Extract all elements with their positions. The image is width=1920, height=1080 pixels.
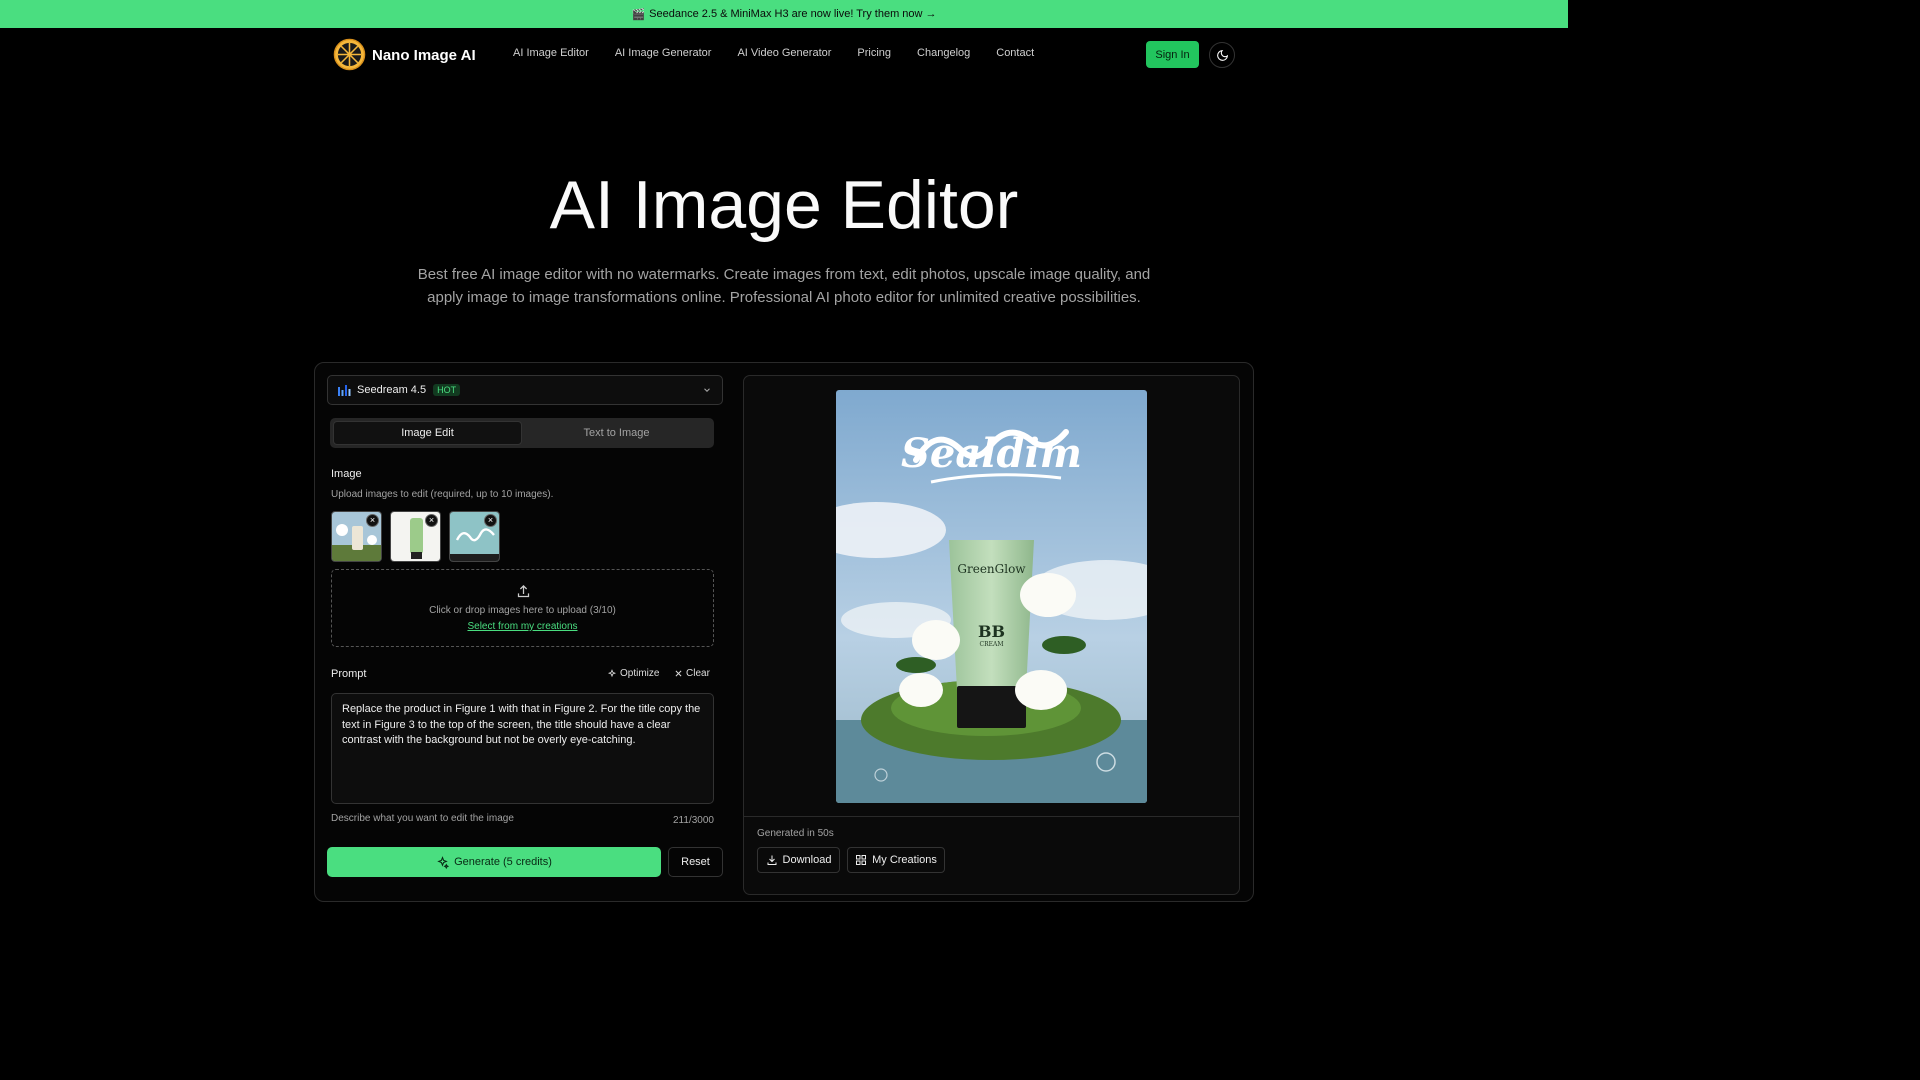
moon-icon [1216, 49, 1228, 61]
nav-link-contact[interactable]: Contact [996, 47, 1034, 59]
prompt-hint: Describe what you want to edit the image [331, 813, 514, 824]
divider [744, 816, 1239, 817]
grid-icon [856, 855, 867, 865]
model-select[interactable]: Seedream 4.5 HOT [327, 375, 723, 405]
uploaded-image-thumbnail[interactable]: × [449, 511, 500, 562]
prompt-textarea[interactable]: Replace the product in Figure 1 with tha… [331, 693, 714, 804]
product-name: BB [977, 622, 1006, 641]
tab-image-edit[interactable]: Image Edit [333, 421, 522, 445]
top-nav: Nano Image AI AI Image Editor AI Image G… [0, 28, 1568, 82]
nav-link-ai-image-generator[interactable]: AI Image Generator [615, 47, 712, 59]
nav-link-ai-image-editor[interactable]: AI Image Editor [513, 47, 589, 59]
remove-image-button[interactable]: × [484, 514, 497, 527]
generate-label: Generate (5 credits) [454, 856, 552, 868]
sign-in-button[interactable]: Sign In [1146, 41, 1199, 68]
upload-icon [517, 584, 530, 598]
clear-button[interactable]: Clear [674, 668, 710, 679]
clapperboard-icon: 🎬 [631, 8, 646, 21]
my-creations-button[interactable]: My Creations [847, 847, 945, 873]
mode-tabs: Image Edit Text to Image [330, 418, 714, 448]
uploaded-image-thumbnail[interactable]: × [331, 511, 382, 562]
prompt-char-count: 211/3000 [673, 815, 714, 826]
product-brand: GreenGlow [957, 562, 1026, 576]
select-from-creations-label: Select from my creations [467, 621, 578, 632]
generation-time: Generated in 50s [757, 828, 834, 839]
optimize-button[interactable]: Optimize [607, 668, 659, 679]
dropzone-text: Click or drop images here to upload (3/1… [429, 605, 616, 616]
image-dropzone[interactable]: Click or drop images here to upload (3/1… [331, 569, 714, 647]
uploaded-image-thumbnail[interactable]: × [390, 511, 441, 562]
page-title: AI Image Editor [549, 167, 1019, 243]
generate-button[interactable]: Generate (5 credits) [327, 847, 661, 877]
logo-icon[interactable] [333, 38, 366, 71]
remove-image-button[interactable]: × [425, 514, 438, 527]
nav-link-pricing[interactable]: Pricing [857, 47, 891, 59]
product-sub: CREAM [979, 641, 1004, 648]
brand-name[interactable]: Nano Image AI [372, 47, 476, 64]
announcement-banner[interactable]: 🎬 Seedance 2.5 & MiniMax H3 are now live… [0, 0, 1568, 28]
nav-link-changelog[interactable]: Changelog [917, 47, 970, 59]
signal-bars-icon [338, 384, 351, 396]
clear-label: Clear [686, 668, 710, 679]
hot-badge: HOT [433, 384, 461, 396]
page-subtitle: Best free AI image editor with no waterm… [417, 266, 1151, 306]
download-icon [767, 855, 777, 865]
optimize-label: Optimize [620, 668, 660, 679]
my-creations-label: My Creations [872, 854, 937, 866]
nav-links: AI Image Editor AI Image Generator AI Vi… [513, 47, 1060, 59]
download-label: Download [782, 854, 832, 866]
remove-image-button[interactable]: × [366, 514, 379, 527]
model-name: Seedream 4.5 [357, 384, 427, 396]
select-from-creations-link[interactable]: Select from my creations [332, 621, 713, 632]
generated-logo-text: Sealdim [901, 430, 1082, 477]
generated-image[interactable]: Sealdim GreenGlow BB CREAM [836, 390, 1147, 803]
tab-text-to-image[interactable]: Text to Image [522, 421, 711, 445]
banner-text: Seedance 2.5 & MiniMax H3 are now live! … [649, 8, 937, 20]
image-hint: Upload images to edit (required, up to 1… [331, 489, 554, 500]
chevron-down-icon [704, 388, 710, 392]
close-icon [675, 670, 682, 677]
reset-button[interactable]: Reset [668, 847, 723, 877]
sparkles-icon [437, 855, 450, 869]
download-button[interactable]: Download [757, 847, 840, 873]
image-label: Image [331, 468, 362, 480]
theme-toggle-button[interactable] [1209, 42, 1235, 68]
nav-link-ai-video-generator[interactable]: AI Video Generator [737, 47, 831, 59]
sparkles-icon [607, 668, 617, 677]
prompt-label: Prompt [331, 668, 367, 680]
